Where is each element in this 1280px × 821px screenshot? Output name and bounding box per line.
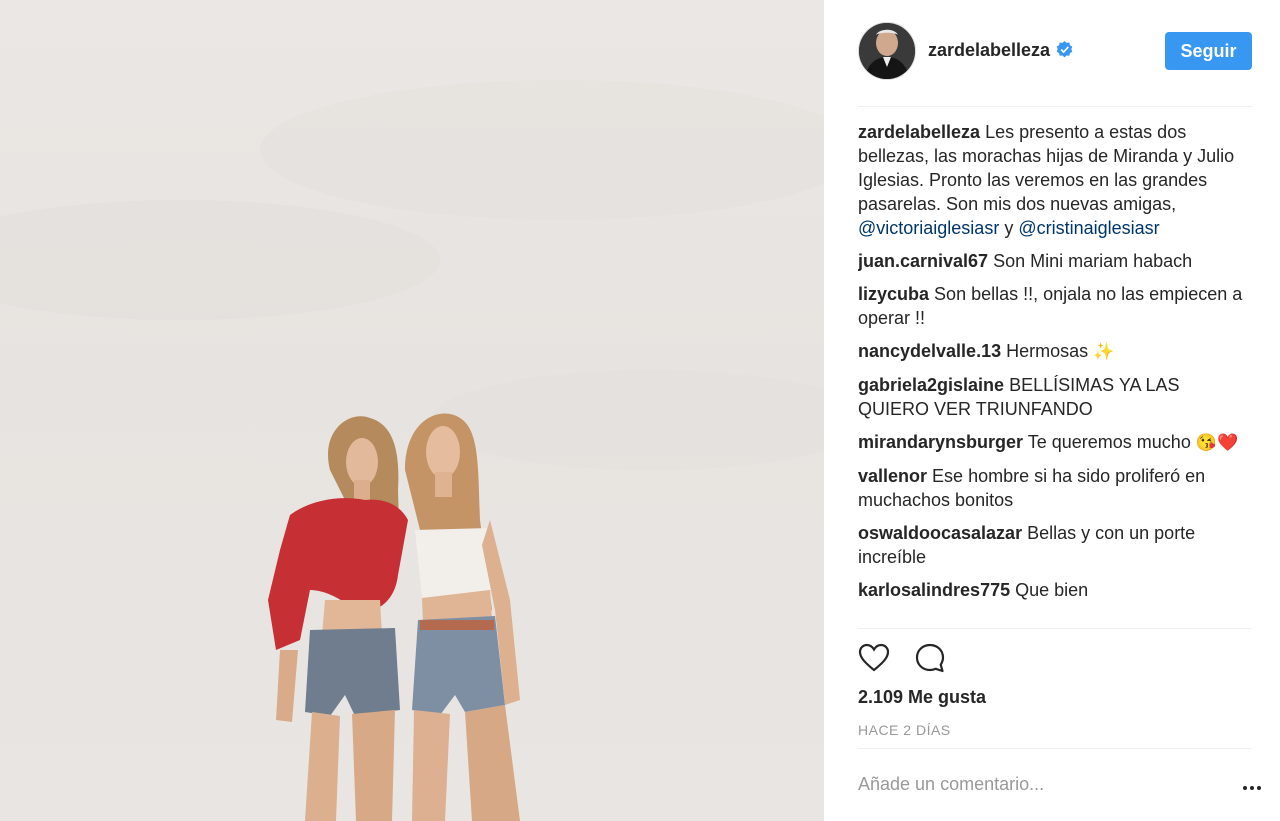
comment-username[interactable]: oswaldoocasalazar (858, 523, 1022, 543)
mention-link[interactable]: @cristinaiglesiasr (1018, 218, 1159, 238)
post-timestamp[interactable]: HACE 2 DÍAS (858, 722, 951, 738)
like-button[interactable] (858, 642, 890, 679)
more-options-icon (1243, 786, 1261, 790)
comment-item: oswaldoocasalazar Bellas y con un porte … (858, 521, 1253, 569)
comment-item: karlosalindres775 Que bien (858, 578, 1253, 602)
comment-username[interactable]: mirandarynsburger (858, 432, 1023, 452)
comment-username[interactable]: gabriela2gislaine (858, 375, 1004, 395)
caption: zardelabelleza Les presento a estas dos … (858, 120, 1253, 240)
likes-count[interactable]: 2.109 Me gusta (858, 687, 986, 708)
comment-text: Que bien (1015, 580, 1089, 600)
comment-item: vallenor Ese hombre si ha sido proliferó… (858, 464, 1253, 512)
comment-username[interactable]: lizycuba (858, 284, 929, 304)
avatar-image (859, 23, 915, 79)
comment-bubble-icon (915, 643, 945, 673)
follow-button[interactable]: Seguir (1165, 32, 1252, 70)
comment-button[interactable] (914, 642, 946, 679)
comment-text: Te queremos mucho (1027, 432, 1191, 452)
avatar[interactable] (858, 22, 916, 80)
comment-item: juan.carnival67 Son Mini mariam habach (858, 249, 1253, 273)
divider (858, 628, 1252, 629)
post-header: zardelabelleza Seguir (858, 22, 1252, 107)
comment-item: nancydelvalle.13 Hermosas ✨ (858, 339, 1253, 364)
comment-text: Hermosas (1006, 341, 1089, 361)
comment-emoji: ✨ (1093, 342, 1115, 361)
comment-username[interactable]: juan.carnival67 (858, 251, 988, 271)
post-photo[interactable] (0, 0, 824, 821)
more-options-button[interactable] (1240, 778, 1264, 798)
header-username[interactable]: zardelabelleza (928, 40, 1073, 61)
mention-link[interactable]: @victoriaiglesiasr (858, 218, 999, 238)
post-sidebar: zardelabelleza Seguir zardelabelleza Les… (824, 0, 1280, 821)
comment-item: lizycuba Son bellas !!, onjala no las em… (858, 282, 1253, 330)
heart-icon (858, 643, 890, 672)
comment-text: Son Mini mariam habach (993, 251, 1193, 271)
comment-items: juan.carnival67 Son Mini mariam habach li… (858, 249, 1253, 602)
comment-username[interactable]: nancydelvalle.13 (858, 341, 1001, 361)
photo-illustration (0, 80, 824, 821)
comment-item: mirandarynsburger Te queremos mucho 😘❤️ (858, 430, 1253, 455)
comment-emoji: 😘❤️ (1195, 433, 1239, 452)
comment-username[interactable]: vallenor (858, 466, 927, 486)
verified-badge-icon (1056, 41, 1073, 58)
comment-item: gabriela2gislaine BELLÍSIMAS YA LAS QUIE… (858, 373, 1253, 421)
caption-username[interactable]: zardelabelleza (858, 122, 980, 142)
caption-connector: y (1004, 218, 1014, 238)
post-container: zardelabelleza Seguir zardelabelleza Les… (0, 0, 1280, 821)
header-username-text[interactable]: zardelabelleza (928, 40, 1050, 60)
comment-username[interactable]: karlosalindres775 (858, 580, 1010, 600)
add-comment-input[interactable] (858, 774, 1218, 795)
comments-list: zardelabelleza Les presento a estas dos … (858, 120, 1253, 628)
divider (858, 748, 1252, 749)
